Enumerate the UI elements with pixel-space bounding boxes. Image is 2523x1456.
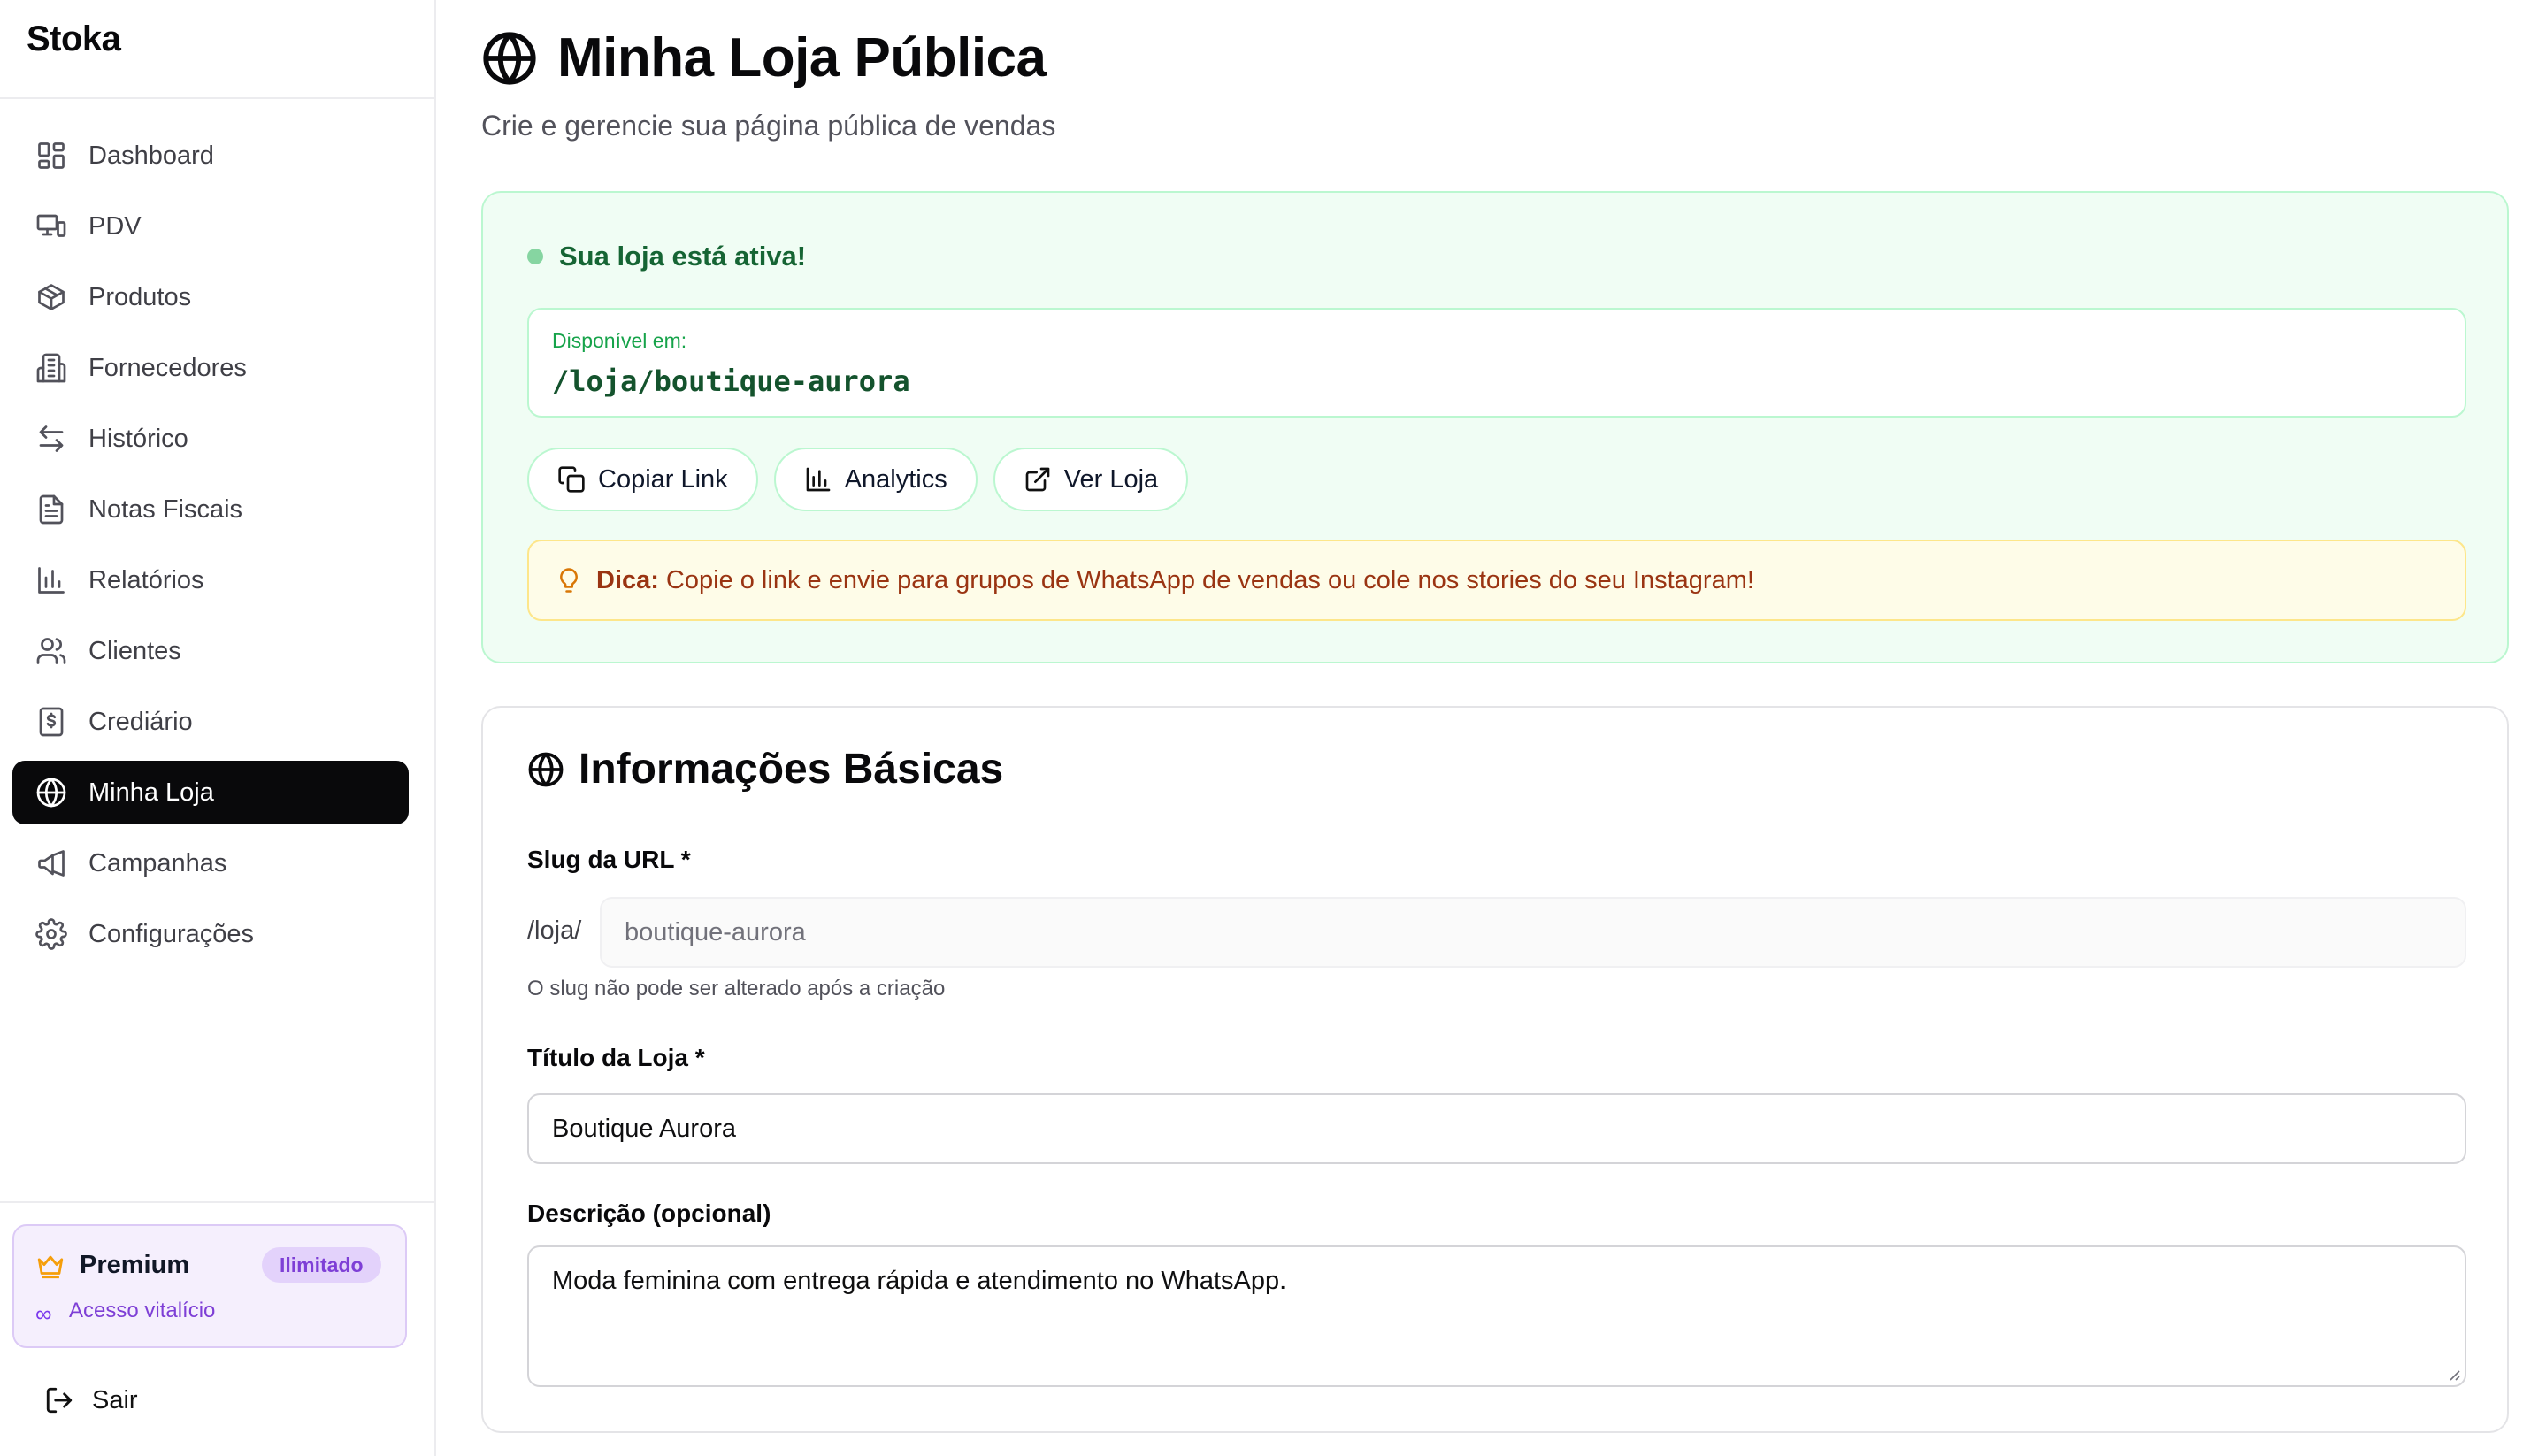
view-store-button[interactable]: Ver Loja [993, 448, 1189, 511]
sidebar-item-notas-fiscais[interactable]: Notas Fiscais [12, 478, 409, 541]
sidebar-divider [0, 97, 434, 99]
sidebar-item-label: Campanhas [88, 848, 227, 877]
sidebar: Stoka Dashboard PDV Produtos Fornecedore… [0, 0, 436, 1456]
sidebar-item-label: Crediário [88, 707, 193, 736]
globe-icon [528, 752, 564, 786]
sidebar-item-label: Fornecedores [88, 353, 247, 382]
app-root: Stoka Dashboard PDV Produtos Fornecedore… [0, 0, 2523, 1456]
chart-icon [806, 467, 831, 492]
premium-title: Premium [80, 1251, 190, 1279]
page-subtitle: Crie e gerencie sua página pública de ve… [481, 110, 1056, 142]
sidebar-item-label: Produtos [88, 282, 192, 311]
status-headline: Sua loja está ativa! [527, 241, 806, 272]
sidebar-item-historico[interactable]: Histórico [12, 407, 409, 471]
page-title: Minha Loja Pública [481, 27, 1047, 89]
status-headline-text: Sua loja está ativa! [559, 241, 807, 272]
description-textarea[interactable]: Moda feminina com entrega rápida e atend… [527, 1245, 2466, 1387]
sidebar-item-label: Minha Loja [88, 778, 214, 807]
external-link-icon [1025, 467, 1050, 492]
sidebar-item-produtos[interactable]: Produtos [12, 265, 409, 329]
sidebar-item-configuracoes[interactable]: Configurações [12, 902, 409, 966]
copy-link-button[interactable]: Copiar Link [527, 448, 758, 511]
sidebar-item-minha-loja[interactable]: Minha Loja [12, 761, 409, 824]
description-label: Descrição (opcional) [527, 1199, 771, 1227]
megaphone-icon [34, 846, 69, 881]
copy-link-label: Copiar Link [598, 464, 728, 494]
logout-button[interactable]: Sair [44, 1385, 138, 1415]
store-url-value[interactable]: /loja/boutique-aurora [552, 364, 910, 398]
sidebar-item-crediario[interactable]: Crediário [12, 690, 409, 754]
arrows-icon [34, 421, 69, 456]
logout-icon [46, 1387, 73, 1414]
chart-icon [34, 563, 69, 598]
store-actions: Copiar Link Analytics Ver Loja [527, 448, 1204, 511]
globe-icon [483, 31, 536, 85]
sidebar-item-label: Notas Fiscais [88, 494, 243, 524]
box-icon [34, 280, 69, 315]
sidebar-item-relatorios[interactable]: Relatórios [12, 548, 409, 612]
premium-card[interactable]: Premium Ilimitado ∞ Acesso vitalício [12, 1224, 407, 1348]
file-icon [34, 492, 69, 527]
sidebar-item-label: Dashboard [88, 141, 214, 170]
brand-logo[interactable]: Stoka [27, 19, 121, 59]
view-store-label: Ver Loja [1063, 464, 1159, 494]
sidebar-item-dashboard[interactable]: Dashboard [12, 124, 409, 188]
logout-label: Sair [92, 1385, 138, 1414]
copy-icon [558, 466, 585, 493]
store-url-box[interactable]: Disponível em: /loja/boutique-aurora [527, 308, 2466, 418]
sidebar-item-label: Relatórios [88, 565, 204, 594]
store-title-input[interactable] [527, 1093, 2466, 1164]
infinity-icon: ∞ [35, 1300, 52, 1327]
section-title: Informações Básicas [527, 745, 1003, 793]
tip-banner: Dica: Copie o link e envie para grupos d… [527, 540, 2466, 621]
building-icon [34, 350, 69, 386]
slug-input[interactable] [600, 897, 2466, 968]
slug-label: Slug da URL * [527, 846, 691, 873]
sidebar-item-clientes[interactable]: Clientes [12, 619, 409, 683]
sidebar-item-label: Configurações [88, 919, 254, 948]
tip-text: Copie o link e envie para grupos de What… [665, 565, 1754, 594]
pos-icon [34, 209, 69, 244]
slug-prefix: /loja/ [527, 916, 582, 945]
globe-icon [34, 775, 69, 810]
sidebar-nav: Dashboard PDV Produtos Fornecedores Hist… [12, 124, 409, 973]
lightbulb-icon [560, 568, 578, 593]
sidebar-item-fornecedores[interactable]: Fornecedores [12, 336, 409, 400]
sidebar-footer-divider [0, 1201, 434, 1203]
premium-subtitle: Acesso vitalício [69, 1299, 216, 1322]
sidebar-item-label: Histórico [88, 424, 188, 453]
sidebar-item-pdv[interactable]: PDV [12, 195, 409, 258]
main-content: Minha Loja Pública Crie e gerencie sua p… [437, 0, 2523, 1456]
page-title-text: Minha Loja Pública [557, 27, 1047, 88]
tip-label: Dica: [596, 565, 659, 594]
crown-icon [35, 1251, 65, 1281]
slug-hint: O slug não pode ser alterado após a cria… [527, 977, 946, 1000]
store-status-card: Sua loja está ativa! Disponível em: /loj… [481, 191, 2509, 663]
receipt-icon [34, 704, 69, 739]
sidebar-item-label: PDV [88, 211, 142, 241]
section-title-text: Informações Básicas [579, 746, 1004, 793]
basic-info-card: Informações Básicas Slug da URL * /loja/… [481, 706, 2509, 1433]
dashboard-icon [34, 138, 69, 173]
analytics-button[interactable]: Analytics [773, 448, 978, 511]
store-url-label: Disponível em: [552, 329, 687, 352]
premium-badge: Ilimitado [262, 1247, 381, 1283]
sidebar-item-campanhas[interactable]: Campanhas [12, 831, 409, 895]
users-icon [34, 633, 69, 669]
sidebar-item-label: Clientes [88, 636, 181, 665]
gear-icon [34, 916, 69, 952]
store-title-label: Título da Loja * [527, 1044, 705, 1071]
analytics-label: Analytics [844, 464, 947, 494]
status-dot-icon [527, 249, 543, 264]
resize-grip-icon[interactable] [2447, 1368, 2461, 1382]
